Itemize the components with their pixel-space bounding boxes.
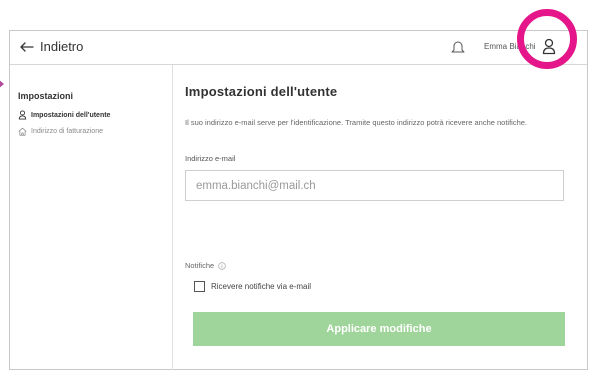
notifications-label: Notifiche	[185, 261, 215, 270]
back-label: Indietro	[40, 39, 84, 54]
user-icon	[18, 110, 27, 120]
email-notifications-option[interactable]: Ricevere notifiche via e-mail	[194, 281, 311, 292]
page-title: Impostazioni dell'utente	[185, 84, 338, 99]
sidebar-title: Impostazioni	[18, 91, 74, 101]
back-button[interactable]: Indietro	[20, 39, 83, 54]
sidebar-item-label: Indirizzo di fatturazione	[31, 128, 103, 135]
sidebar-item-label: Impostazioni dell'utente	[31, 111, 111, 119]
sidebar-item-user-settings[interactable]: Impostazioni dell'utente	[18, 110, 110, 120]
arrow-left-icon	[20, 41, 34, 52]
pointer-arrow-icon	[0, 79, 4, 89]
email-notifications-label: Ricevere notifiche via e-mail	[211, 282, 312, 291]
notifications-label-row: Notifiche	[185, 261, 226, 270]
sidebar-item-billing-address[interactable]: Indirizzo di fatturazione	[18, 127, 103, 136]
description-text: Il suo indirizzo e-mail serve per l'iden…	[185, 118, 528, 127]
email-notifications-checkbox[interactable]	[194, 281, 205, 292]
email-field[interactable]	[185, 170, 564, 201]
highlight-circle	[517, 9, 577, 69]
info-icon[interactable]	[218, 261, 226, 270]
app-window: Indietro Emma Bianchi Impostazioni Impos…	[9, 9, 588, 370]
bell-icon[interactable]	[451, 39, 465, 55]
sidebar: Impostazioni Impostazioni dell'utente In…	[10, 65, 173, 370]
home-icon	[18, 127, 27, 136]
top-bar: Indietro Emma Bianchi	[10, 9, 587, 69]
email-label: Indirizzo e-mail	[185, 154, 236, 163]
apply-changes-button[interactable]: Applicare modifiche	[193, 312, 565, 346]
